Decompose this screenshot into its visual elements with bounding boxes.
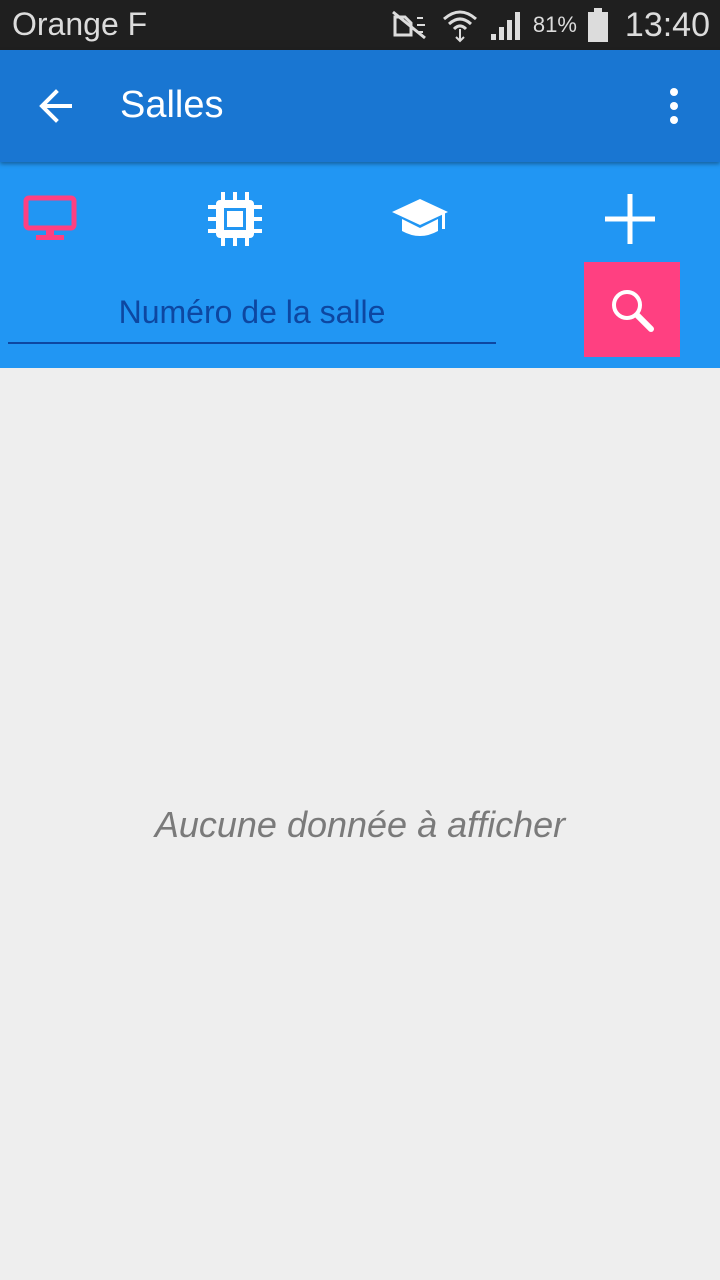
- chip-icon: [208, 192, 262, 246]
- status-icons: 81% 13:40: [387, 0, 710, 50]
- battery-percent: 81%: [532, 12, 577, 37]
- room-number-placeholder: Numéro de la salle: [118, 294, 386, 330]
- graduation-cap-icon: [392, 199, 448, 236]
- clock: 13:40: [624, 5, 710, 44]
- search-button[interactable]: [584, 262, 680, 357]
- empty-state-message: Aucune donnée à afficher: [154, 804, 566, 845]
- plus-icon: [605, 194, 655, 244]
- battery-icon: [587, 7, 609, 43]
- room-number-input[interactable]: Numéro de la salle: [8, 288, 496, 344]
- wifi-icon: [441, 7, 479, 43]
- app-bar: Salles: [0, 50, 720, 162]
- search-icon: [612, 289, 654, 332]
- monitor-icon: [23, 195, 77, 240]
- signal-icon: [489, 8, 523, 42]
- room-list: Aucune donnée à afficher: [0, 368, 720, 1280]
- status-bar: Orange F 81% 13:40: [0, 0, 720, 50]
- carrier-name: Orange F: [12, 6, 148, 42]
- arrow-back-icon: [39, 89, 72, 123]
- overflow-menu-icon: [670, 88, 678, 124]
- tab-add[interactable]: [590, 184, 670, 254]
- tab-chip[interactable]: [195, 184, 275, 254]
- page-title: Salles: [120, 84, 224, 126]
- tab-graduation[interactable]: [380, 184, 460, 254]
- overflow-menu-button[interactable]: [654, 80, 694, 132]
- tab-monitor[interactable]: [10, 184, 90, 254]
- filter-toolbar: Numéro de la salle: [0, 162, 720, 368]
- mute-icon: [387, 8, 431, 42]
- back-button[interactable]: [28, 78, 84, 134]
